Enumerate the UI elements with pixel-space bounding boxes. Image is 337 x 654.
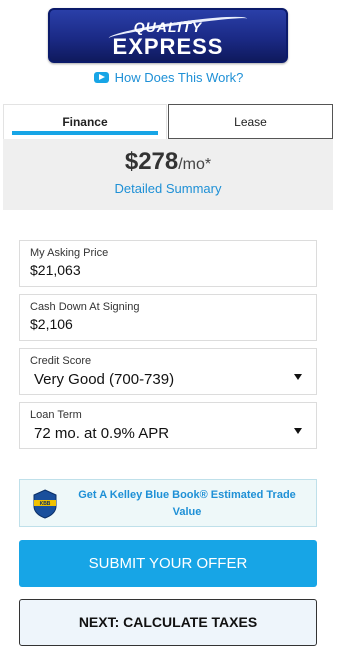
loan-term-label: Loan Term [30, 409, 82, 421]
credit-score-value: Very Good (700-739) [34, 371, 175, 388]
tab-finance[interactable]: Finance [3, 104, 167, 139]
chevron-down-icon [294, 374, 302, 380]
payment-summary-panel: $278/mo* Detailed Summary [3, 139, 333, 210]
monthly-payment: $278/mo* [3, 148, 333, 176]
asking-price-field[interactable]: My Asking Price $21,063 [19, 240, 317, 287]
detailed-summary-link[interactable]: Detailed Summary [3, 181, 333, 196]
asking-price-label: My Asking Price [30, 247, 109, 259]
video-play-icon [93, 72, 109, 83]
kbb-trade-value-button[interactable]: KBB Get A Kelley Blue Book® Estimated Tr… [19, 479, 317, 527]
how-does-this-work-link[interactable]: How Does This Work? [0, 70, 337, 88]
logo-line1: QUALITY [133, 19, 203, 35]
active-tab-indicator [12, 131, 158, 135]
cash-down-field[interactable]: Cash Down At Signing $2,106 [19, 294, 317, 341]
kbb-label: Get A Kelley Blue Book® Estimated Trade … [78, 489, 296, 518]
logo-line2: EXPRESS [112, 34, 224, 59]
calculate-taxes-button[interactable]: NEXT: CALCULATE TAXES [19, 599, 317, 646]
tab-lease[interactable]: Lease [168, 104, 333, 139]
kbb-badge-text: KBB [40, 501, 51, 507]
tab-finance-label: Finance [62, 115, 108, 129]
kbb-badge-icon: KBB [33, 489, 57, 519]
chevron-down-icon [294, 428, 302, 434]
tab-lease-label: Lease [234, 115, 267, 129]
payment-period: /mo* [178, 156, 212, 173]
loan-term-value: 72 mo. at 0.9% APR [34, 425, 170, 442]
loan-term-select[interactable]: Loan Term 72 mo. at 0.9% APR [19, 402, 317, 449]
submit-offer-button[interactable]: SUBMIT YOUR OFFER [19, 540, 317, 587]
credit-score-select[interactable]: Credit Score Very Good (700-739) [19, 348, 317, 395]
payment-amount: $278 [124, 148, 179, 175]
asking-price-value[interactable]: $21,063 [30, 262, 81, 278]
quality-express-logo: QUALITY EXPRESS [48, 8, 288, 63]
cash-down-value[interactable]: $2,106 [30, 316, 73, 332]
how-link-label: How Does This Work? [114, 70, 244, 85]
cash-down-label: Cash Down At Signing [30, 301, 140, 313]
credit-score-label: Credit Score [30, 355, 92, 367]
